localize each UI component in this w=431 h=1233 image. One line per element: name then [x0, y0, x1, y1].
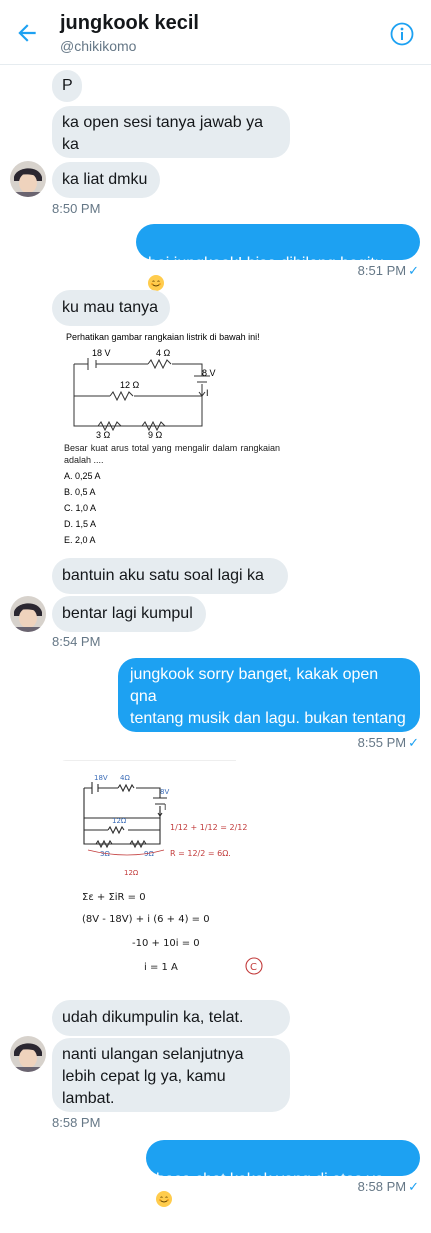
- hw-answer-choice: C: [250, 962, 257, 973]
- message-bubble[interactable]: udah dikumpulin ka, telat.: [52, 1000, 290, 1036]
- checkmark-icon: ✓: [408, 735, 419, 750]
- checkmark-icon: ✓: [408, 263, 419, 278]
- message-bubble[interactable]: bentar lagi kumpul: [52, 596, 206, 632]
- message-timestamp: 8:58 PM: [52, 1115, 101, 1130]
- message-text: baca chat kakak yang di atas ya: [156, 1171, 384, 1188]
- conversation-title[interactable]: jungkook kecil: [60, 12, 199, 35]
- message-timestamp: 8:54 PM: [52, 634, 101, 649]
- message-bubble[interactable]: ka liat dmku: [52, 162, 160, 198]
- message-bubble[interactable]: P: [52, 70, 82, 102]
- smiling-face-emoji: [156, 1191, 172, 1207]
- label-current: I: [206, 388, 209, 398]
- message-timestamp: 8:58 PM ✓: [358, 1179, 419, 1195]
- message-bubble[interactable]: nanti ulangan selanjutnya lebih cepat lg…: [52, 1038, 290, 1112]
- hw-label-current: I: [164, 803, 166, 812]
- hw-label-8v: 8V: [160, 788, 169, 796]
- timestamp-text: 8:58 PM: [357, 1179, 407, 1194]
- question-prompt: Perhatikan gambar rangkaian listrik di b…: [66, 332, 260, 342]
- shared-image-question[interactable]: Perhatikan gambar rangkaian listrik di b…: [52, 330, 288, 552]
- checkmark-icon: ✓: [408, 1179, 419, 1194]
- timestamp-text: 8:55 PM: [357, 735, 407, 750]
- option-b: B. 0,5 A: [64, 487, 96, 497]
- option-e: E. 2,0 A: [64, 535, 96, 545]
- message-bubble[interactable]: ka open sesi tanya jawab ya ka: [52, 106, 290, 158]
- hw-label-parallel: 12Ω: [124, 869, 139, 877]
- message-bubble[interactable]: hai jungkook! bisa dibilang begitu: [136, 224, 420, 291]
- avatar[interactable]: [10, 161, 46, 197]
- label-12ohm: 12 Ω: [120, 380, 140, 390]
- label-4ohm: 4 Ω: [156, 348, 171, 358]
- message-bubble[interactable]: bantuin aku satu soal lagi ka: [52, 558, 288, 594]
- timestamp-text: 8:51 PM: [357, 263, 407, 278]
- info-icon[interactable]: [390, 22, 414, 46]
- message-text: hai jungkook! bisa dibilang begitu: [148, 255, 384, 272]
- avatar[interactable]: [10, 1036, 46, 1072]
- conversation-header: jungkook kecil @chikikomo: [0, 0, 431, 65]
- hw-label-18v: 18V: [94, 774, 108, 782]
- hw-line-resistance: R = 12/2 = 6Ω.: [170, 849, 231, 858]
- label-18v: 18 V: [92, 348, 111, 358]
- question-text: Besar kuat arus total yang mengalir dala…: [64, 443, 280, 465]
- label-9ohm: 9 Ω: [148, 430, 163, 440]
- message-bubble[interactable]: jungkook sorry banget, kakak open qna te…: [118, 658, 420, 749]
- back-arrow-icon[interactable]: [14, 20, 40, 46]
- message-bubble[interactable]: ku mau tanya: [52, 290, 170, 326]
- hw-label-4ohm: 4Ω: [120, 774, 130, 782]
- hw-line-parallel: 1/12 + 1/12 = 2/12: [170, 823, 247, 832]
- option-d: D. 1,5 A: [64, 519, 96, 529]
- avatar[interactable]: [10, 596, 46, 632]
- hw-line-kirchhoff: Σε + ΣiR = 0: [82, 892, 146, 903]
- smiling-face-emoji: [148, 275, 164, 291]
- label-8v: 8 V: [202, 368, 216, 378]
- message-timestamp: 8:55 PM ✓: [358, 735, 419, 751]
- circuit-question-figure: Perhatikan gambar rangkaian listrik di b…: [64, 332, 280, 545]
- conversation-handle: @chikikomo: [60, 38, 137, 54]
- shared-image-answer[interactable]: 18V 4Ω 8V 12Ω 3Ω 9Ω I 12Ω 1/12 + 1/12 = …: [52, 760, 288, 992]
- hw-line-equation: (8V - 18V) + i (6 + 4) = 0: [82, 914, 210, 925]
- label-3ohm: 3 Ω: [96, 430, 111, 440]
- option-a: A. 0,25 A: [64, 471, 101, 481]
- hw-label-12ohm: 12Ω: [112, 817, 127, 825]
- handwritten-solution: 18V 4Ω 8V 12Ω 3Ω 9Ω I 12Ω 1/12 + 1/12 = …: [52, 760, 263, 975]
- hw-line-result: i = 1 A: [144, 962, 178, 973]
- message-timestamp: 8:51 PM ✓: [358, 263, 419, 279]
- option-c: C. 1,0 A: [64, 503, 96, 513]
- hw-line-simplify: -10 + 10i = 0: [132, 938, 200, 949]
- message-timestamp: 8:50 PM: [52, 201, 101, 216]
- message-bubble[interactable]: baca chat kakak yang di atas ya: [146, 1140, 420, 1207]
